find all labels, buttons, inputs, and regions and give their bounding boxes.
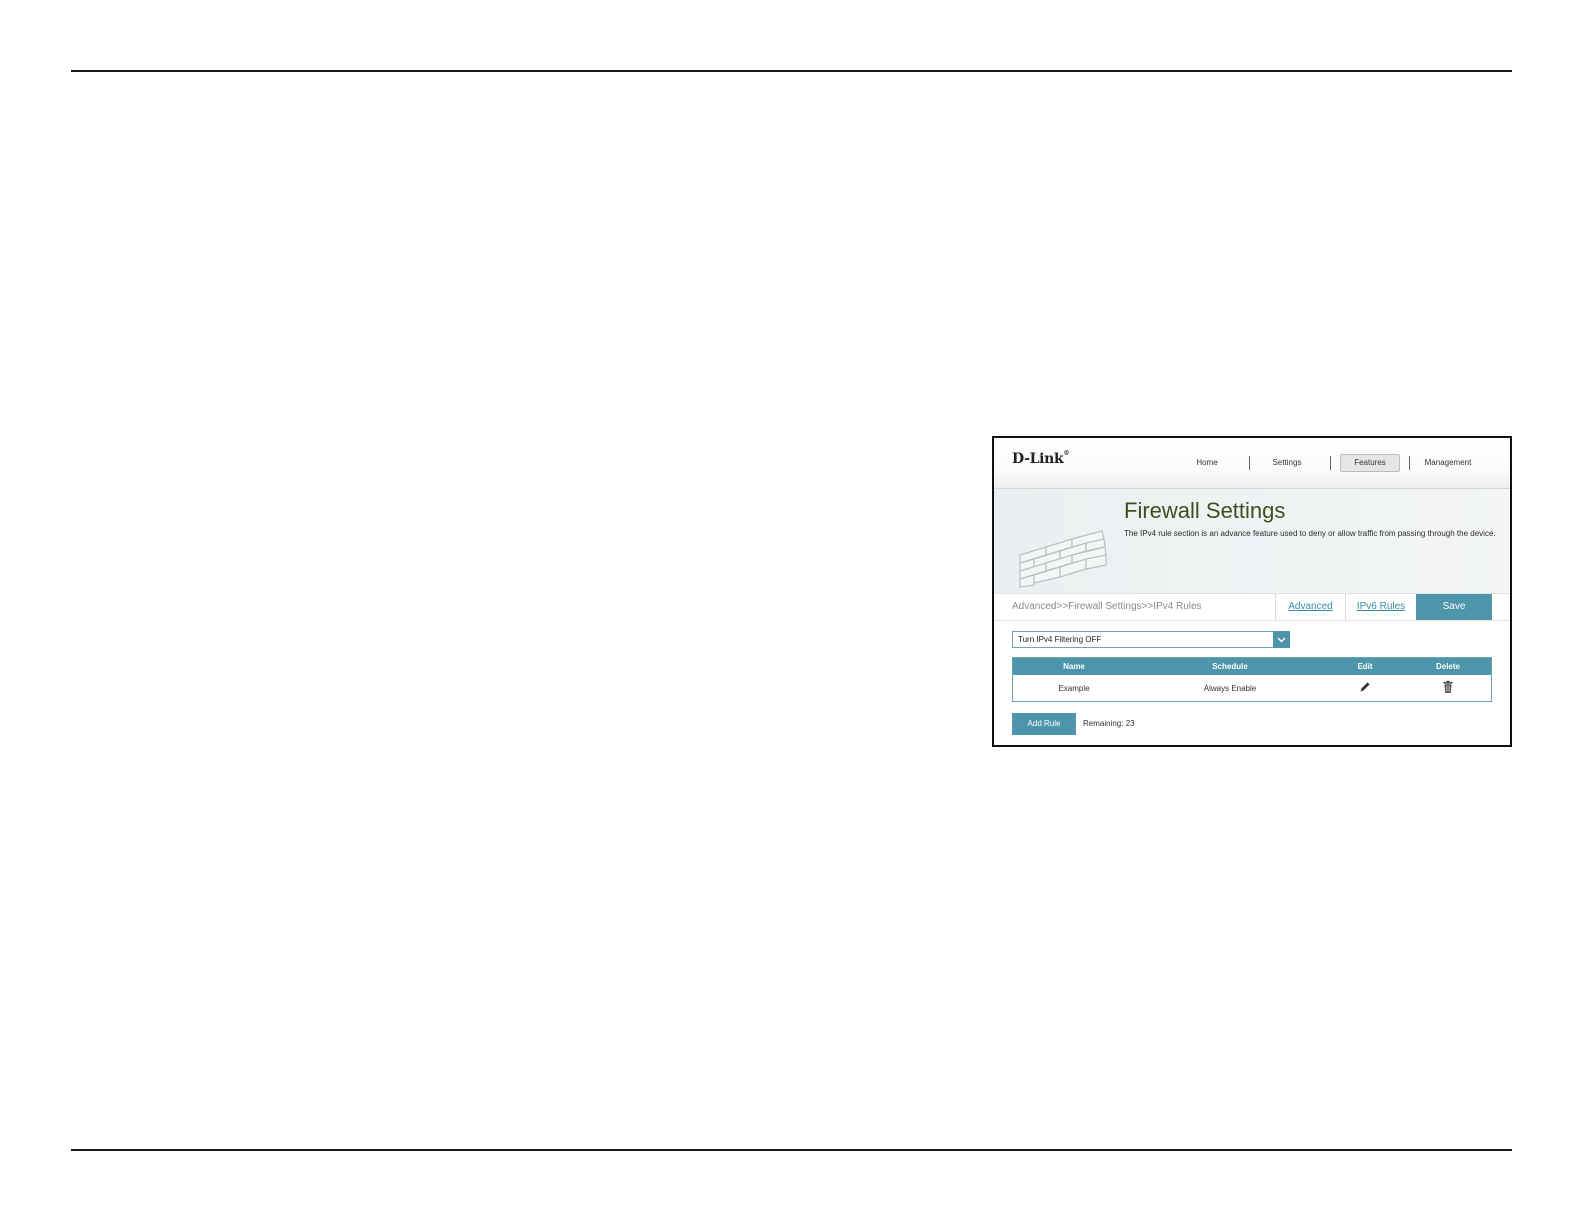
chevron-down-icon (1277, 637, 1286, 643)
nav-settings[interactable]: Settings (1262, 454, 1312, 472)
ipv4-filtering-value: Turn IPv4 Filtering OFF (1018, 635, 1102, 644)
page-description: The IPv4 rule section is an advance feat… (1124, 529, 1496, 538)
page-title: Firewall Settings (1124, 498, 1286, 523)
pencil-icon[interactable] (1358, 680, 1372, 694)
column-header-schedule: Schedule (1212, 662, 1248, 671)
dlink-logo: D-Link® (1012, 450, 1070, 467)
breadcrumb-bar: Advanced>>Firewall Settings>>IPv4 Rules … (994, 593, 1510, 621)
top-navigation-bar: D-Link® Home Settings Features Managemen… (994, 438, 1510, 489)
ipv4-filtering-select[interactable]: Turn IPv4 Filtering OFF (1012, 631, 1290, 648)
save-button[interactable]: Save (1416, 594, 1492, 620)
column-header-delete: Delete (1435, 662, 1460, 671)
column-header-name: Name (1063, 662, 1085, 671)
ipv4-rules-table: Name Schedule Edit Delete Example Always… (1012, 657, 1492, 702)
rule-schedule-cell: Always Enable (1203, 684, 1257, 693)
breadcrumb: Advanced>>Firewall Settings>>IPv4 Rules (1012, 601, 1202, 612)
advanced-link[interactable]: Advanced (1275, 594, 1345, 620)
trash-icon[interactable] (1441, 680, 1455, 694)
nav-home[interactable]: Home (1184, 454, 1230, 472)
nav-separator (1249, 456, 1250, 470)
nav-features[interactable]: Features (1340, 454, 1400, 472)
ipv6-rules-link[interactable]: IPv6 Rules (1345, 594, 1416, 620)
table-header: Name Schedule Edit Delete (1013, 658, 1491, 675)
remaining-count: Remaining: 23 (1083, 719, 1135, 728)
column-header-edit: Edit (1357, 662, 1373, 671)
rule-name-cell: Example (1058, 684, 1090, 693)
add-rule-button[interactable]: Add Rule (1012, 713, 1076, 735)
brick-wall-icon (1019, 530, 1107, 588)
nav-management[interactable]: Management (1419, 454, 1477, 472)
top-rule (71, 70, 1512, 72)
bottom-rule (71, 1149, 1512, 1151)
select-arrow-button[interactable] (1273, 631, 1290, 648)
page-banner: Firewall Settings The IPv4 rule section … (994, 489, 1510, 593)
nav-separator (1409, 456, 1410, 470)
router-ui-screenshot: D-Link® Home Settings Features Managemen… (992, 436, 1512, 747)
nav-separator (1330, 456, 1331, 470)
